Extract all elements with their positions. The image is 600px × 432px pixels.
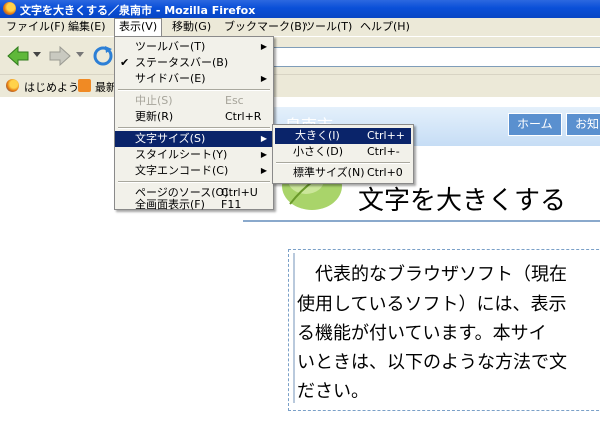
nav-home[interactable]: ホーム — [508, 113, 562, 136]
menu-item-fullscreen[interactable]: 全画面表示(F) F11 — [115, 198, 273, 211]
menu-edit[interactable]: 編集(E) — [64, 19, 110, 35]
menu-separator — [276, 162, 410, 164]
url-bar[interactable] — [270, 47, 600, 67]
window-title: 文字を大きくする／泉南市 - Mozilla Firefox — [20, 4, 256, 17]
menu-item-smaller[interactable]: 小さく(D) Ctrl+- — [273, 144, 413, 160]
submenu-arrow-icon: ▶ — [260, 134, 267, 143]
back-icon[interactable] — [6, 46, 30, 66]
menu-separator — [118, 181, 270, 183]
menu-help[interactable]: ヘルプ(H) — [356, 19, 414, 35]
menu-bookmarks[interactable]: ブックマーク(B) — [220, 19, 310, 35]
menu-separator — [118, 127, 270, 129]
title-bar: 文字を大きくする／泉南市 - Mozilla Firefox — [0, 0, 600, 18]
firefox-icon — [3, 2, 16, 15]
page-title: 文字を大きくする — [358, 186, 567, 216]
menu-go[interactable]: 移動(G) — [168, 19, 215, 35]
firefox-bookmark-icon — [6, 79, 19, 92]
menu-item-style-sheet[interactable]: スタイルシート(Y) ▶ — [115, 147, 273, 163]
menu-item-larger[interactable]: 大きく(I) Ctrl++ — [275, 128, 411, 144]
paragraph-line: ださい。 — [297, 381, 369, 402]
menu-item-stop[interactable]: 中止(S) Esc — [115, 93, 273, 109]
rss-icon — [78, 79, 91, 92]
menu-tools[interactable]: ツール(T) — [300, 19, 356, 35]
reload-icon[interactable] — [92, 45, 114, 67]
nav-news[interactable]: お知 — [566, 113, 600, 136]
submenu-arrow-icon: ▶ — [260, 74, 267, 83]
menu-item-reload[interactable]: 更新(R) Ctrl+R — [115, 109, 273, 125]
menu-bar: ファイル(F) 編集(E) 表示(V) 移動(G) ブックマーク(B) ツール(… — [0, 18, 600, 36]
paragraph-line: る機能が付いています。本サイ — [297, 323, 547, 344]
forward-dropdown-icon[interactable] — [76, 52, 84, 58]
menu-separator — [118, 89, 270, 91]
submenu-arrow-icon: ▶ — [260, 150, 267, 159]
bookmarks-toolbar: はじめよう 最新 — [0, 74, 600, 98]
submenu-arrow-icon: ▶ — [260, 166, 267, 175]
paragraph-line: 使用しているソフト）には、表示 — [297, 294, 567, 315]
paragraph-line: いときは、以下のような方法で文 — [297, 352, 567, 373]
title-underline — [243, 220, 600, 222]
view-menu: ツールバー(T) ▶ ✔ ステータスバー(B) サイドバー(E) ▶ 中止(S) Es… — [114, 36, 274, 211]
menu-file[interactable]: ファイル(F) — [2, 19, 69, 35]
forward-icon[interactable] — [48, 46, 72, 66]
back-dropdown-icon[interactable] — [33, 52, 41, 58]
text-size-submenu: 大きく(I) Ctrl++ 小さく(D) Ctrl+- 標準サイズ(N) Ctrl+0 — [272, 124, 414, 184]
menu-item-encoding[interactable]: 文字エンコード(C) ▶ — [115, 163, 273, 179]
paragraph-line: 代表的なブラウザソフト（現在 — [297, 264, 567, 285]
menu-item-toolbar[interactable]: ツールバー(T) ▶ — [115, 39, 273, 55]
menu-item-normal-size[interactable]: 標準サイズ(N) Ctrl+0 — [273, 165, 413, 181]
bookmark-getting-started[interactable]: はじめよう — [24, 79, 79, 95]
menu-item-statusbar[interactable]: ✔ ステータスバー(B) — [115, 55, 273, 71]
check-icon: ✔ — [120, 56, 130, 69]
menu-item-sidebar[interactable]: サイドバー(E) ▶ — [115, 71, 273, 87]
menu-item-text-size[interactable]: 文字サイズ(S) ▶ — [115, 131, 273, 147]
submenu-arrow-icon: ▶ — [260, 42, 267, 51]
menu-view[interactable]: 表示(V) — [114, 18, 163, 36]
